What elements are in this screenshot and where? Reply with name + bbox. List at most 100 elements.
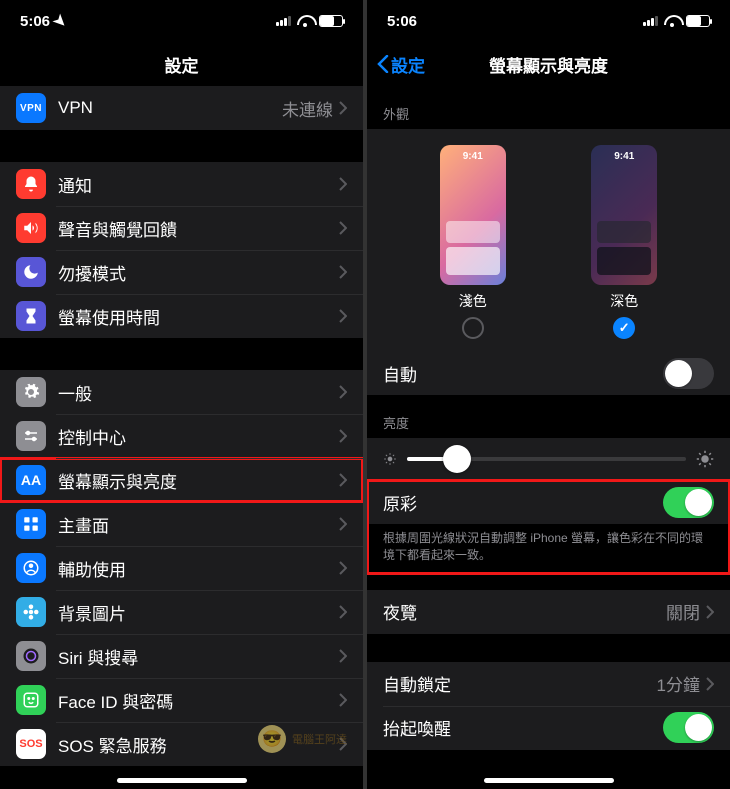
row-general[interactable]: 一般 — [0, 370, 363, 414]
cellular-icon — [276, 16, 291, 26]
row-access[interactable]: 輔助使用 — [0, 546, 363, 590]
row-auto-lock[interactable]: 自動鎖定 1分鐘 — [367, 662, 730, 706]
row-label: 通知 — [58, 172, 339, 197]
page-title: 設定 — [165, 52, 199, 77]
raise-toggle[interactable] — [663, 712, 714, 743]
auto-toggle[interactable] — [663, 358, 714, 389]
row-detail: 未連線 — [282, 96, 333, 121]
wifi-icon — [664, 15, 680, 27]
chevron-right-icon — [339, 693, 347, 707]
brightness-slider[interactable] — [407, 457, 686, 461]
home-indicator[interactable] — [484, 778, 614, 783]
status-bar: 5:06➤ — [0, 0, 363, 42]
row-home[interactable]: 主畫面 — [0, 502, 363, 546]
vpn-icon: VPN — [16, 93, 46, 123]
chevron-right-icon — [339, 101, 347, 115]
aa-icon: AA — [16, 465, 46, 495]
face-icon — [16, 685, 46, 715]
row-label: 控制中心 — [58, 424, 339, 449]
light-preview-icon: 9:41 — [440, 145, 506, 285]
home-indicator[interactable] — [117, 778, 247, 783]
gear-icon — [16, 377, 46, 407]
chevron-right-icon — [706, 605, 714, 619]
cellular-icon — [643, 16, 658, 26]
sun-small-icon — [383, 452, 397, 466]
row-dnd[interactable]: 勿擾模式 — [0, 250, 363, 294]
chevron-right-icon — [339, 385, 347, 399]
row-raise-to-wake[interactable]: 抬起喚醒 — [367, 706, 730, 750]
truetone-highlight: 原彩 根據周圍光線狀況自動調整 iPhone 螢幕，讓色彩在不同的環境下都看起來… — [367, 480, 730, 574]
row-wall[interactable]: 背景圖片 — [0, 590, 363, 634]
chevron-right-icon — [339, 561, 347, 575]
row-label: VPN — [58, 98, 282, 118]
sun-large-icon — [696, 450, 714, 468]
row-label: 背景圖片 — [58, 600, 339, 625]
person-icon — [16, 553, 46, 583]
chevron-right-icon — [339, 265, 347, 279]
chevron-right-icon — [339, 473, 347, 487]
row-night-shift[interactable]: 夜覽 關閉 — [367, 590, 730, 634]
row-notif[interactable]: 通知 — [0, 162, 363, 206]
display-settings-screen: 5:06 設定 螢幕顯示與亮度 外觀 9:41 — [367, 0, 730, 789]
chevron-right-icon — [339, 517, 347, 531]
dark-label: 深色 — [610, 291, 638, 311]
navbar: 設定 螢幕顯示與亮度 — [367, 42, 730, 86]
chevron-right-icon — [339, 309, 347, 323]
row-label: Face ID 與密碼 — [58, 688, 339, 713]
chevron-right-icon — [339, 429, 347, 443]
chevron-right-icon — [339, 221, 347, 235]
row-label: 勿擾模式 — [58, 260, 339, 285]
location-icon: ➤ — [50, 10, 72, 32]
row-label: 螢幕顯示與亮度 — [58, 468, 339, 493]
page-title: 螢幕顯示與亮度 — [489, 52, 608, 77]
truetone-desc: 根據周圍光線狀況自動調整 iPhone 螢幕，讓色彩在不同的環境下都看起來一致。 — [367, 524, 730, 574]
settings-screen: 5:06➤ 設定 VPN VPN 未連線 通知聲音與觸覺回饋勿擾模式螢幕使用時間… — [0, 0, 363, 789]
bell-icon — [16, 169, 46, 199]
appearance-dark[interactable]: 9:41 深色 — [591, 145, 657, 339]
moon-icon — [16, 257, 46, 287]
row-label: 一般 — [58, 380, 339, 405]
flower-icon — [16, 597, 46, 627]
row-sound[interactable]: 聲音與觸覺回饋 — [0, 206, 363, 250]
chevron-right-icon — [339, 177, 347, 191]
row-control[interactable]: 控制中心 — [0, 414, 363, 458]
dark-radio[interactable] — [613, 317, 635, 339]
status-bar: 5:06 — [367, 0, 730, 42]
battery-icon — [319, 15, 343, 27]
status-time: 5:06➤ — [20, 12, 67, 30]
navbar: 設定 — [0, 42, 363, 86]
status-time: 5:06 — [387, 13, 417, 30]
light-radio[interactable] — [462, 317, 484, 339]
row-label: 聲音與觸覺回饋 — [58, 216, 339, 241]
row-display[interactable]: AA 螢幕顯示與亮度 — [0, 458, 363, 502]
row-siri[interactable]: Siri 與搜尋 — [0, 634, 363, 678]
light-label: 淺色 — [459, 291, 487, 311]
brightness-header: 亮度 — [367, 395, 730, 438]
row-label: 輔助使用 — [58, 556, 339, 581]
back-button[interactable]: 設定 — [377, 52, 425, 77]
siri-icon — [16, 641, 46, 671]
switches-icon — [16, 421, 46, 451]
appearance-section: 9:41 淺色 9:41 深色 自動 — [367, 129, 730, 395]
appearance-light[interactable]: 9:41 淺色 — [440, 145, 506, 339]
row-faceid[interactable]: Face ID 與密碼 — [0, 678, 363, 722]
battery-icon — [686, 15, 710, 27]
speaker-icon — [16, 213, 46, 243]
chevron-right-icon — [339, 649, 347, 663]
hourglass-icon — [16, 301, 46, 331]
row-label: 主畫面 — [58, 512, 339, 537]
grid-icon — [16, 509, 46, 539]
row-screentime[interactable]: 螢幕使用時間 — [0, 294, 363, 338]
brightness-row — [367, 438, 730, 480]
wifi-icon — [297, 15, 313, 27]
sos-icon: SOS — [16, 729, 46, 759]
row-label: 螢幕使用時間 — [58, 304, 339, 329]
row-truetone[interactable]: 原彩 — [367, 480, 730, 524]
truetone-toggle[interactable] — [663, 487, 714, 518]
dark-preview-icon: 9:41 — [591, 145, 657, 285]
row-vpn[interactable]: VPN VPN 未連線 — [0, 86, 363, 130]
chevron-right-icon — [339, 605, 347, 619]
row-auto[interactable]: 自動 — [367, 351, 730, 395]
settings-list: VPN VPN 未連線 — [0, 86, 363, 130]
watermark: 😎電腦王阿達 — [258, 725, 347, 753]
